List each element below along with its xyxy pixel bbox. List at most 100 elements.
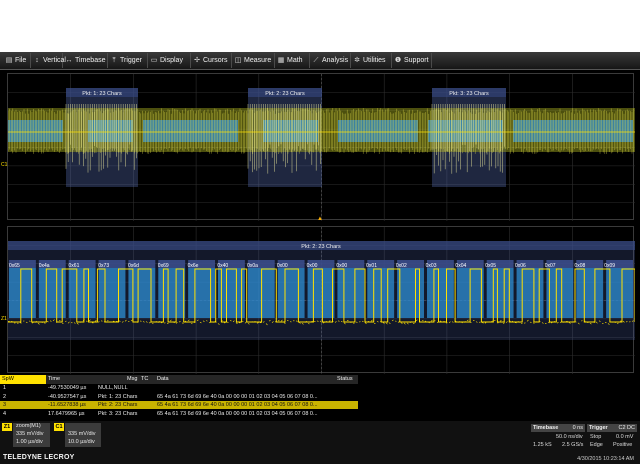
byte-label: 0x69 [157, 263, 169, 269]
menu-label: Math [287, 57, 303, 64]
header-tc[interactable]: TC [141, 375, 148, 384]
display-icon: ▭ [150, 57, 158, 64]
menu-display[interactable]: ▭ Display [148, 53, 191, 68]
file-icon: ▤ [5, 57, 13, 64]
timebase-offset: 0 ns [572, 425, 583, 431]
row-time: -49.7530049 µs [48, 385, 87, 391]
menu-measure[interactable]: ◫ Measure [232, 53, 275, 68]
menu-trigger[interactable]: ⤒ Trigger [108, 53, 148, 68]
byte-label: 0x02 [395, 263, 407, 269]
overview-grid[interactable]: Pkt: 1: 23 Chars Pkt: 2: 23 Chars Pkt: 3… [1, 73, 635, 221]
row-time: -40.9527547 µs [48, 393, 87, 400]
channel-marker-c1: C1 [1, 162, 8, 168]
table-row[interactable]: 1 -49.7530049 µs NULL,NULL [0, 384, 358, 392]
trigger-descriptor[interactable]: Trigger C2 DC [587, 424, 637, 432]
header-status[interactable]: Status [337, 375, 353, 384]
timebase-sample-rate: 2.5 GS/s [562, 442, 584, 448]
byte-region [427, 268, 454, 318]
zoom-grid[interactable]: Pkt: 2: 23 Chars 0x65 0x4a 0x61 0x73 0x6d 0x6… [1, 226, 635, 374]
row-index: 3 [3, 402, 7, 408]
byte-region [158, 268, 186, 318]
timebase-descriptor[interactable]: Timebase 0 ns [531, 424, 585, 432]
header-spw[interactable]: SpW [0, 375, 46, 384]
byte-region [68, 268, 96, 318]
menu-utilities[interactable]: ✲ Utilities [351, 53, 392, 68]
packet-label: Pkt: 3: 23 Chars [449, 91, 489, 97]
menu-label: Timebase [75, 57, 106, 64]
byte-region [576, 268, 604, 318]
byte-region [218, 268, 245, 318]
byte-label: 0x03 [425, 263, 437, 269]
byte-label: 0x61 [68, 263, 80, 269]
packet-label: Pkt: 2: 23 Chars [265, 91, 305, 97]
header-time[interactable]: Time [48, 375, 60, 384]
timebase-per-div: 50.0 ns/div [556, 434, 583, 440]
row-index: 2 [3, 393, 7, 400]
row-data: 65 4a 61 73 6d 69 6e 40 0a 00 00 00 01 0… [157, 402, 318, 408]
z1-badge[interactable]: Z1 [2, 423, 12, 431]
timebase-samples: 1.25 kS [533, 442, 552, 448]
byte-label: 0x40 [217, 263, 229, 269]
c1-horizontal-scale: 10.0 µs/div [68, 439, 95, 445]
decode-table: SpW Time Msg TC Data Status 1 -49.7530049… [0, 375, 358, 421]
utilities-icon: ✲ [354, 57, 360, 64]
table-row[interactable]: 4 17.6479965 µs Pkt: 3: 23 Chars 65 4a 61 7… [0, 410, 358, 418]
signal-fill [8, 120, 63, 142]
menu-vertical[interactable]: ↕ Vertical [31, 53, 66, 68]
menu-label: Cursors [203, 57, 228, 64]
row-time: -11.6527838 µs [48, 402, 86, 408]
row-msg: Pkt: 3: 23 Chars [98, 410, 138, 417]
menu-cursors[interactable]: ✢ Cursors [191, 53, 232, 68]
menu-label: Analysis [322, 57, 349, 64]
timebase-label: Timebase [533, 425, 559, 431]
row-index: 4 [3, 410, 7, 417]
row-msg: Pkt: 1: 23 Chars [98, 393, 138, 400]
menu-bar: ▤ File ↕ Vertical ↔ Timebase ⤒ Trigger ▭ Display ✢… [0, 52, 640, 70]
byte-label: 0x73 [98, 263, 110, 269]
byte-label: 0x65 [9, 263, 20, 269]
byte-label: 0x6d [128, 263, 139, 269]
row-index: 1 [3, 385, 7, 391]
z1-descriptor[interactable]: zoom(M1) 335 mV/div 1.00 µs/div [13, 423, 50, 447]
date-time: 4/30/2015 10:23:14 AM [577, 456, 634, 462]
menu-timebase[interactable]: ↔ Timebase [63, 53, 108, 68]
measure-icon: ◫ [234, 57, 242, 64]
byte-region [38, 268, 66, 318]
header-data[interactable]: Data [157, 375, 169, 384]
row-msg: Pkt: 2: 23 Chars [98, 402, 138, 408]
byte-label: 0x06 [514, 263, 526, 269]
signal-fill [338, 120, 418, 142]
row-time: 17.6479965 µs [48, 410, 85, 417]
table-row[interactable]: 2 -40.9527547 µs Pkt: 1: 23 Chars 65 4a 61 … [0, 393, 358, 401]
cursors-icon: ✢ [194, 57, 200, 64]
zoom-packet-label: Pkt: 2: 23 Chars [301, 244, 341, 250]
menu-label: Display [160, 57, 183, 64]
trigger-label: Trigger [589, 425, 608, 431]
timebase-icon: ↔ [65, 57, 73, 64]
brand-logo: TELEDYNE LECROY [3, 454, 75, 461]
byte-label: 0x00 [336, 263, 348, 269]
menu-file[interactable]: ▤ File [3, 53, 31, 68]
channel-marker-z1: Z1 [1, 316, 7, 322]
byte-label: 0x0a [247, 263, 258, 269]
c1-descriptor[interactable]: 335 mV/div 10.0 µs/div [65, 423, 101, 447]
trigger-mode: Stop [590, 434, 602, 440]
byte-label: 0x00 [306, 263, 318, 269]
byte-label: 0x05 [485, 263, 497, 269]
menu-analysis[interactable]: ⟋ Analysis [310, 53, 351, 68]
c1-badge[interactable]: C1 [54, 423, 64, 431]
menu-support[interactable]: ❶ Support [392, 53, 432, 68]
trigger-type: Edge [590, 442, 603, 448]
trigger-slope: Positive [613, 442, 633, 448]
row-msg: NULL,NULL [98, 385, 128, 391]
byte-label: 0x07 [544, 263, 556, 269]
byte-label: 0x01 [366, 263, 377, 269]
status-area: Z1 zoom(M1) 335 mV/div 1.00 µs/div C1 33… [0, 421, 640, 464]
table-row[interactable]: 3 -11.6527838 µs Pkt: 2: 23 Chars 65 4a 61 … [0, 401, 358, 409]
trigger-icon: ⤒ [112, 57, 116, 64]
menu-math[interactable]: ▦ Math [275, 53, 310, 68]
header-msg[interactable]: Msg [127, 375, 137, 384]
byte-label: 0x08 [574, 263, 586, 269]
menu-label: Trigger [120, 57, 142, 64]
z1-vertical-scale: 335 mV/div [16, 431, 44, 437]
